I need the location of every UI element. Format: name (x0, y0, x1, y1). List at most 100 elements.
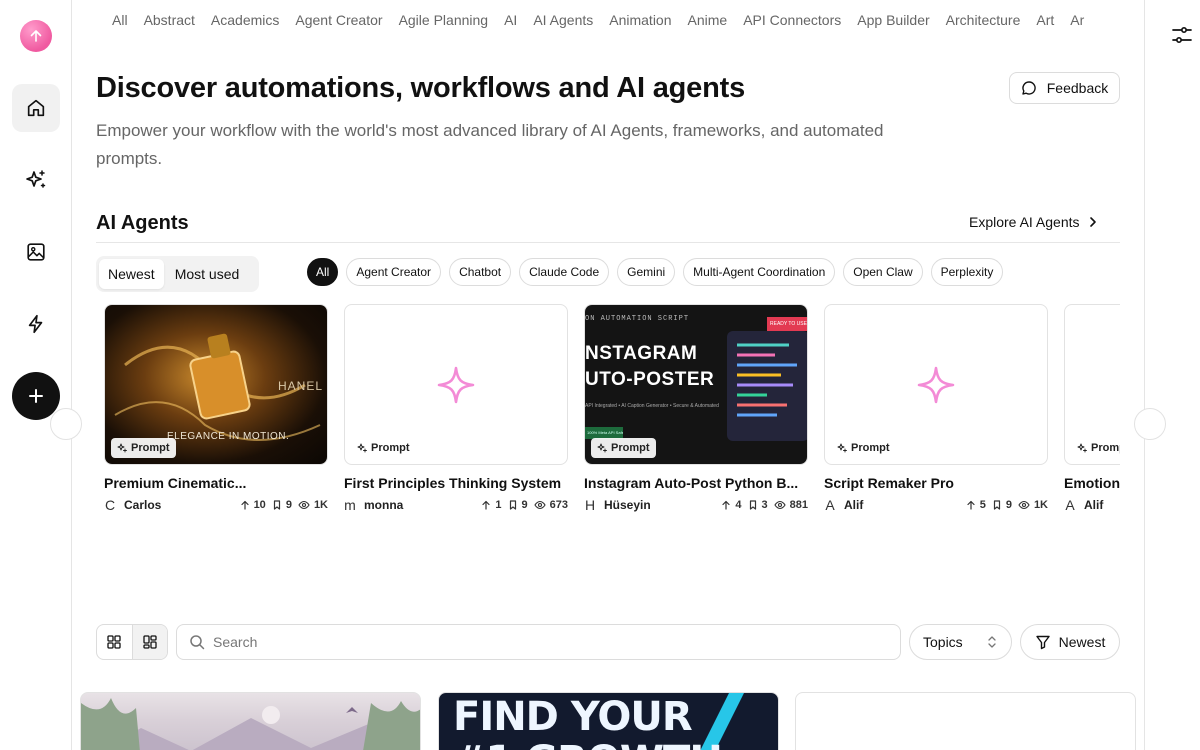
arrow-up-icon (240, 500, 249, 510)
sort-option[interactable]: Newest (99, 259, 164, 289)
card-title[interactable]: Script Remaker Pro (824, 475, 1048, 491)
save-stat[interactable]: 9 (272, 499, 292, 511)
card-author[interactable]: H Hüseyin (584, 497, 651, 513)
category-item[interactable]: Architecture (946, 12, 1021, 28)
image-button[interactable] (12, 228, 60, 276)
author-name: monna (364, 498, 404, 512)
image-icon (27, 243, 45, 261)
search-input[interactable] (213, 634, 873, 650)
agents-carousel: HANEL ELEGANCE IN MOTION. Prompt Premium… (96, 300, 1120, 530)
agent-card[interactable]: Prompt First Principles Thinking System … (344, 304, 568, 513)
filter-chip[interactable]: Gemini (617, 258, 676, 286)
view-stat: 673 (534, 499, 568, 511)
category-item[interactable]: Abstract (144, 12, 195, 28)
card-thumbnail[interactable]: Prompt (824, 304, 1048, 465)
filter-icon (1035, 635, 1050, 650)
card-author[interactable]: A Alif (824, 497, 863, 513)
sparkles-button[interactable] (12, 156, 60, 204)
view-count: 881 (789, 499, 808, 511)
agent-card[interactable]: ON AUTOMATION SCRIPT READY TO USE NSTAGR… (584, 304, 808, 513)
category-item[interactable]: API Connectors (743, 12, 841, 28)
left-sidebar (0, 0, 72, 750)
view-count: 673 (549, 499, 568, 511)
filter-chip[interactable]: Claude Code (519, 258, 610, 286)
feedback-button[interactable]: Feedback (1009, 72, 1120, 104)
topics-select[interactable]: Topics (909, 624, 1012, 660)
upvote-stat[interactable]: 4 (721, 499, 742, 511)
view-stat: 1K (298, 499, 328, 511)
card-thumbnail[interactable]: Prompt (344, 304, 568, 465)
logo-icon[interactable] (20, 20, 52, 52)
card-author[interactable]: C Carlos (104, 497, 161, 513)
sort-option[interactable]: Most used (166, 259, 249, 289)
gallery-card-blank[interactable] (795, 692, 1136, 750)
category-item[interactable]: AI Agents (533, 12, 593, 28)
masonry-icon (143, 635, 157, 649)
filter-chip[interactable]: Multi-Agent Coordination (683, 258, 836, 286)
lightning-button[interactable] (12, 300, 60, 348)
card-meta: A Alif 5 9 1K (824, 497, 1048, 513)
save-stat[interactable]: 9 (992, 499, 1012, 511)
eye-icon (1018, 500, 1030, 510)
category-item[interactable]: Animation (609, 12, 671, 28)
card-author[interactable]: m monna (344, 497, 403, 513)
sparkle-small-icon (1077, 443, 1087, 453)
card-thumbnail[interactable]: ON AUTOMATION SCRIPT READY TO USE NSTAGR… (584, 304, 808, 465)
agent-card[interactable]: HANEL ELEGANCE IN MOTION. Prompt Premium… (104, 304, 328, 513)
thumbnail-caption: ELEGANCE IN MOTION. (167, 431, 290, 442)
filter-chip[interactable]: Chatbot (449, 258, 512, 286)
prompt-badge-label: Prompt (851, 442, 890, 454)
save-stat[interactable]: 3 (748, 499, 768, 511)
card-meta: C Carlos 10 9 1K (104, 497, 328, 513)
carousel-next-button[interactable] (1134, 408, 1166, 440)
upvote-stat[interactable]: 10 (240, 499, 266, 511)
arrow-up-icon (967, 500, 975, 510)
category-item[interactable]: App Builder (857, 12, 929, 28)
card-thumbnail[interactable]: Prompt (1064, 304, 1120, 465)
sparkle-small-icon (357, 443, 367, 453)
right-panel (1144, 0, 1200, 750)
page-subtitle: Empower your workflow with the world's m… (96, 121, 884, 168)
filter-chip[interactable]: Perplexity (930, 258, 1004, 286)
category-nav: All Abstract Academics Agent Creator Agile P… (112, 0, 1132, 40)
card-author[interactable]: A Alif (1064, 497, 1103, 513)
category-item[interactable]: Agile Planning (399, 12, 489, 28)
category-item[interactable]: Academics (211, 12, 279, 28)
upvote-stat[interactable]: 1 (481, 499, 502, 511)
category-item[interactable]: Art (1036, 12, 1054, 28)
bookmark-icon (273, 500, 280, 510)
section-divider (96, 242, 1120, 243)
save-stat[interactable]: 9 (508, 499, 528, 511)
sort-newest-button[interactable]: Newest (1020, 624, 1120, 660)
masonry-view-button[interactable] (131, 625, 167, 659)
card-title[interactable]: Premium Cinematic... (104, 475, 328, 491)
card-meta: A Alif (1064, 497, 1120, 513)
card-thumbnail[interactable]: HANEL ELEGANCE IN MOTION. Prompt (104, 304, 328, 465)
category-item[interactable]: AI (504, 12, 517, 28)
gallery-card-growth[interactable]: FIND YOUR #1 GROWTH (438, 692, 779, 750)
prompt-badge: Prompt (1071, 438, 1120, 458)
filter-chip[interactable]: Agent Creator (346, 258, 442, 286)
grid-view-button[interactable] (97, 625, 132, 659)
agent-card[interactable]: Prompt Emotion A Alif (1064, 304, 1120, 513)
explore-agents-link[interactable]: Explore AI Agents (969, 214, 1098, 230)
page-title: Discover automations, workflows and AI a… (96, 72, 746, 104)
card-title[interactable]: Instagram Auto-Post Python B... (584, 475, 808, 491)
card-title[interactable]: Emotion (1064, 475, 1120, 491)
upvote-stat[interactable]: 5 (966, 499, 986, 511)
filter-chip[interactable]: Open Claw (843, 258, 923, 286)
card-title[interactable]: First Principles Thinking System (344, 475, 568, 491)
category-item[interactable]: All (112, 12, 128, 28)
agent-card[interactable]: Prompt Script Remaker Pro A Alif 5 9 1K (824, 304, 1048, 513)
filter-chip[interactable]: All (307, 258, 339, 286)
feedback-label: Feedback (1046, 80, 1109, 96)
carousel-prev-button[interactable] (50, 408, 82, 440)
sliders-icon[interactable] (1171, 24, 1193, 46)
save-count: 9 (521, 499, 528, 511)
author-name: Alif (1084, 498, 1104, 512)
gallery-card-landscape[interactable] (80, 692, 421, 750)
home-button[interactable] (12, 84, 60, 132)
category-item[interactable]: Anime (688, 12, 728, 28)
lightning-icon (28, 314, 43, 334)
category-item[interactable]: Agent Creator (295, 12, 382, 28)
